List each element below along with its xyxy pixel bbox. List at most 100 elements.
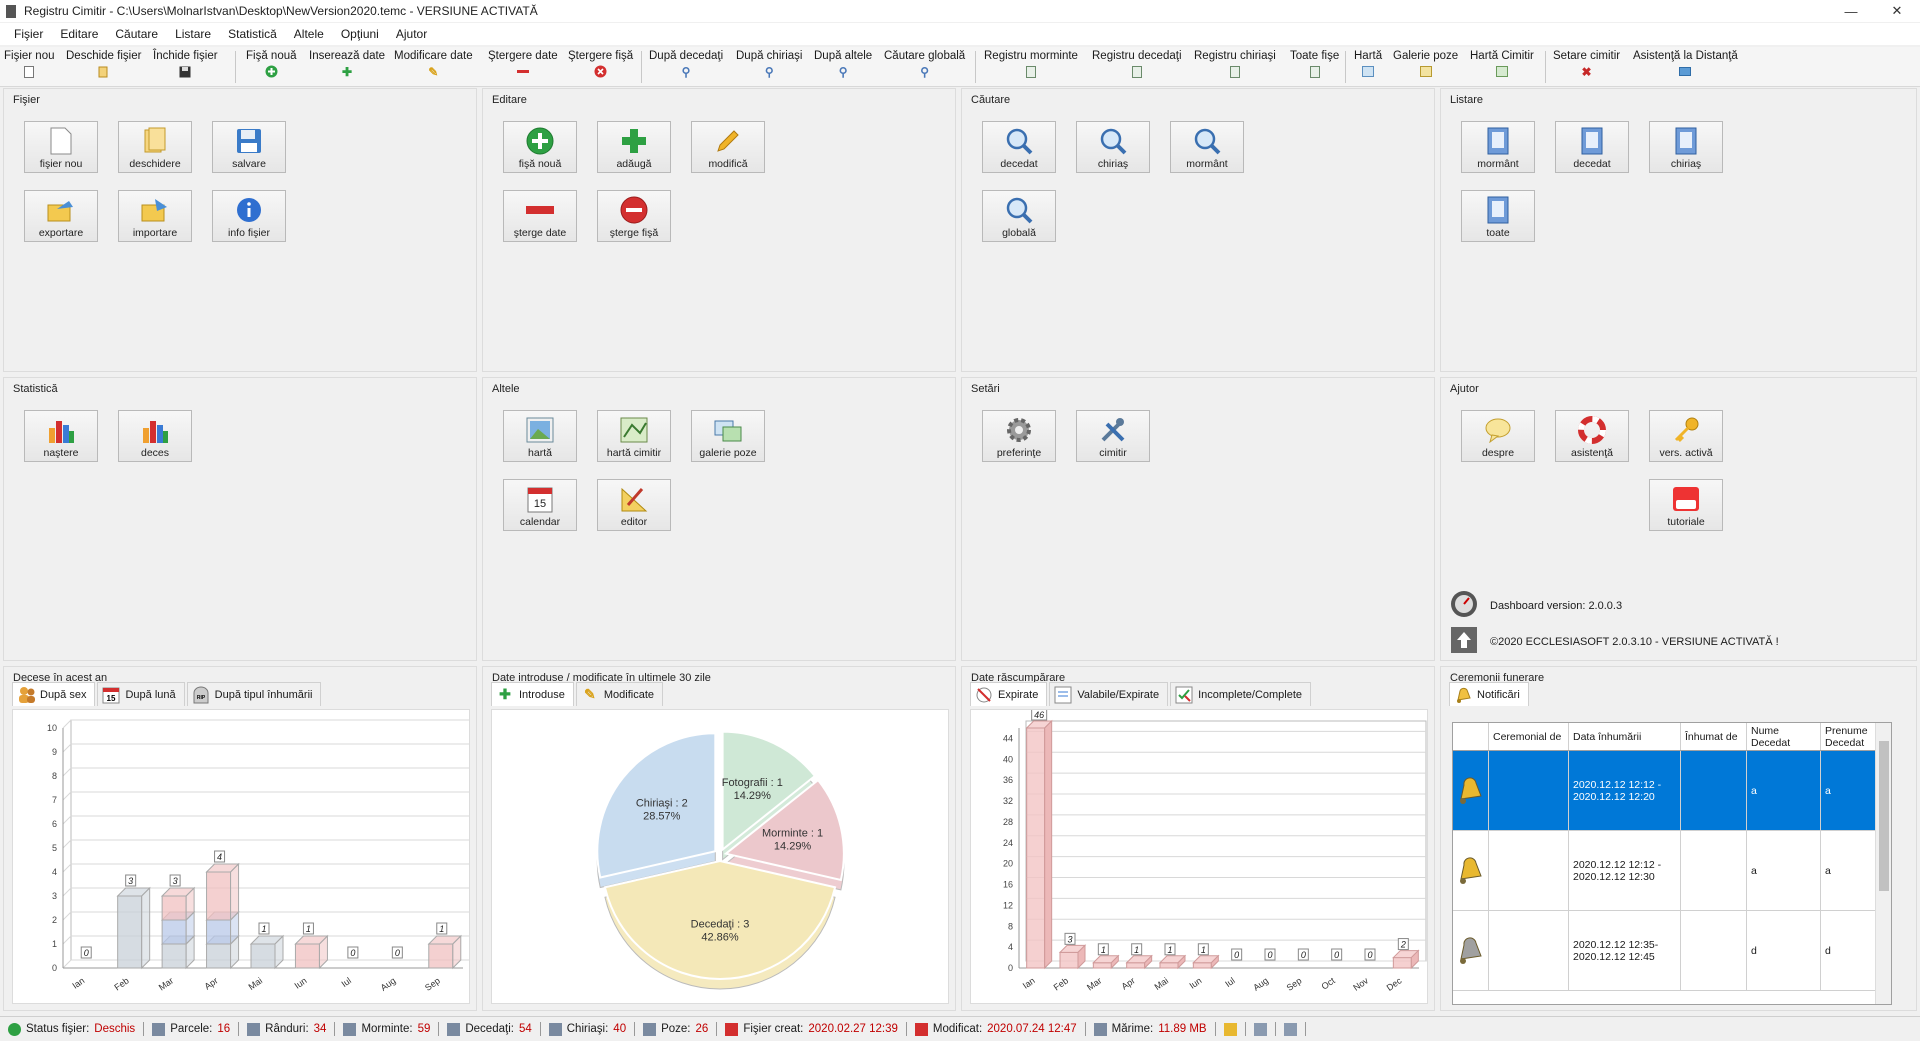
table-body: 2020.12.12 12:12 - 2020.12.12 12:20 a a 202… [1453, 751, 1891, 991]
tab-incomplete-complete[interactable]: Incomplete/Complete [1170, 682, 1312, 706]
tile-search-tenant[interactable]: chiriaş [1076, 121, 1150, 173]
tile-new-record[interactable]: fişă nouă [503, 121, 577, 173]
tile-cemetery-settings[interactable]: cimitir [1076, 410, 1150, 462]
data-label: 3 [128, 876, 133, 886]
status-label: Modificat: [932, 1023, 983, 1035]
tile-tutorials[interactable]: tutoriale [1649, 479, 1723, 531]
table-row[interactable]: 2020.12.12 12:12 - 2020.12.12 12:30 a a [1453, 831, 1891, 911]
table-row[interactable]: 2020.12.12 12:35-2020.12.12 12:45 d d [1453, 911, 1891, 991]
header-burial-date[interactable]: Data înhumării [1569, 723, 1681, 750]
tile-search-deceased[interactable]: decedat [982, 121, 1056, 173]
grave-icon [343, 1022, 357, 1036]
toolbar-tenants-register-button[interactable]: Registru chiriaşi [1194, 50, 1276, 84]
tab-by-month[interactable]: 15 După lună [97, 682, 185, 706]
table-row[interactable]: 2020.12.12 12:12 - 2020.12.12 12:20 a a [1453, 751, 1891, 831]
header-deceased-firstname[interactable]: Prenume Decedat [1821, 723, 1877, 750]
header-ceremonial[interactable]: Ceremonial de [1489, 723, 1569, 750]
tile-import[interactable]: importare [118, 190, 192, 242]
toolbar-modify-data-button[interactable]: Modificare date ✎ [394, 50, 473, 84]
tile-delete-data[interactable]: şterge date [503, 190, 577, 242]
menu-listare[interactable]: Listare [175, 27, 211, 41]
toolbar-delete-data-button[interactable]: Ştergere date [488, 50, 558, 84]
menu-ajutor[interactable]: Ajutor [396, 27, 427, 41]
close-button[interactable]: ✕ [1874, 0, 1920, 22]
tile-search-global[interactable]: globală [982, 190, 1056, 242]
toolbar-cemetery-settings-button[interactable]: Setare cimitir ✖ [1553, 50, 1620, 84]
tab-notifications[interactable]: Notificări [1449, 682, 1529, 706]
toolbar-search-deceased-button[interactable]: După decedaţi ⚲ [649, 50, 723, 84]
tile-calendar[interactable]: 15 calendar [503, 479, 577, 531]
menu-statistica[interactable]: Statistică [228, 27, 277, 41]
tile-list-all[interactable]: toate [1461, 190, 1535, 242]
toolbar-open-file-button[interactable]: Deschide fişier [66, 50, 141, 84]
toolbar-insert-data-button[interactable]: Inserează date ✚ [309, 50, 385, 84]
toolbar-delete-record-button[interactable]: Ştergere fişă [568, 50, 633, 84]
tab-modified[interactable]: ✎ Modificate [575, 682, 664, 706]
tile-cemetery-map[interactable]: hartă cimitir [597, 410, 671, 462]
tile-open[interactable]: deschidere [118, 121, 192, 173]
toolbar-gallery-button[interactable]: Galerie poze [1393, 50, 1458, 84]
tile-delete-record[interactable]: şterge fişă [597, 190, 671, 242]
tile-births[interactable]: naştere [24, 410, 98, 462]
cell-burial-date: 2020.12.12 12:12 - 2020.12.12 12:30 [1569, 831, 1681, 910]
toolbar-deceased-register-button[interactable]: Registru decedaţi [1092, 50, 1182, 84]
tile-list-deceased[interactable]: decedat [1555, 121, 1629, 173]
menu-cautare[interactable]: Căutare [115, 27, 158, 41]
tab-by-burial-type[interactable]: RIP După tipul înhumării [186, 682, 322, 706]
tab-valid-expired[interactable]: Valabile/Expirate [1049, 682, 1169, 706]
search-icon [1005, 127, 1033, 155]
tile-assistance[interactable]: asistenţă [1555, 410, 1629, 462]
toolbar-map-button[interactable]: Hartă [1354, 50, 1382, 84]
toolbar-search-others-button[interactable]: După altele ⚲ [814, 50, 872, 84]
tile-file-info[interactable]: info fişier [212, 190, 286, 242]
chart-status-button[interactable] [1276, 1022, 1306, 1036]
tile-gallery[interactable]: galerie poze [691, 410, 765, 462]
toolbar-new-file-button[interactable]: Fişier nou [4, 50, 55, 84]
tile-label: editor [620, 516, 648, 528]
lightbulb-status-button[interactable] [1216, 1022, 1246, 1036]
tile-new-file[interactable]: fişier nou [24, 121, 98, 173]
tile-list-graves[interactable]: mormânt [1461, 121, 1535, 173]
toolbar-all-records-button[interactable]: Toate fişe [1290, 50, 1339, 84]
status-label: Rânduri: [265, 1023, 309, 1035]
tile-preferences[interactable]: preferinţe [982, 410, 1056, 462]
status-item: Parcele: 16 [144, 1022, 240, 1036]
header-deceased-name[interactable]: Nume Decedat [1747, 723, 1821, 750]
tile-save[interactable]: salvare [212, 121, 286, 173]
tab-expired[interactable]: Expirate [970, 682, 1048, 706]
tile-about[interactable]: despre [1461, 410, 1535, 462]
minimize-button[interactable]: — [1828, 0, 1874, 22]
menu-editare[interactable]: Editare [60, 27, 98, 41]
table-scrollbar[interactable] [1875, 723, 1891, 1004]
menu-fisier[interactable]: Fişier [14, 27, 43, 41]
tile-search-grave[interactable]: mormânt [1170, 121, 1244, 173]
tile-export[interactable]: exportare [24, 190, 98, 242]
header-buried-by[interactable]: Înhumat de [1681, 723, 1747, 750]
tab-by-sex[interactable]: După sex [12, 682, 96, 706]
toolbar-search-tenants-button[interactable]: După chiriaşi ⚲ [736, 50, 802, 84]
bell-icon [1453, 751, 1489, 830]
tile-modify[interactable]: modifică [691, 121, 765, 173]
tile-activated-version[interactable]: vers. activă [1649, 410, 1723, 462]
menu-optiuni[interactable]: Opţiuni [341, 27, 379, 41]
menu-altele[interactable]: Altele [294, 27, 324, 41]
bar [1159, 962, 1179, 969]
tile-list-tenants[interactable]: chiriaş [1649, 121, 1723, 173]
tile-add[interactable]: adăugă [597, 121, 671, 173]
data-label: 1 [261, 924, 266, 934]
monitor-status-button[interactable] [1246, 1022, 1276, 1036]
scrollbar-thumb[interactable] [1879, 741, 1889, 891]
tile-editor[interactable]: editor [597, 479, 671, 531]
tile-deaths[interactable]: deces [118, 410, 192, 462]
toolbar-cemetery-map-button[interactable]: Hartă Cimitir [1470, 50, 1534, 84]
status-label: Parcele: [170, 1023, 213, 1035]
toolbar-remote-assistance-button[interactable]: Asistenţă la Distanţă [1633, 50, 1738, 84]
tab-inserted[interactable]: ✚ Introduse [491, 682, 574, 706]
pie-slice-percent: 14.29% [774, 840, 812, 852]
tile-map[interactable]: hartă [503, 410, 577, 462]
tab-label: După lună [125, 688, 176, 701]
toolbar-new-record-button[interactable]: Fişă nouă [246, 50, 297, 84]
toolbar-close-file-button[interactable]: Închide fişier [153, 50, 218, 84]
toolbar-global-search-button[interactable]: Căutare globală ⚲ [884, 50, 965, 84]
toolbar-graves-register-button[interactable]: Registru morminte [984, 50, 1078, 84]
